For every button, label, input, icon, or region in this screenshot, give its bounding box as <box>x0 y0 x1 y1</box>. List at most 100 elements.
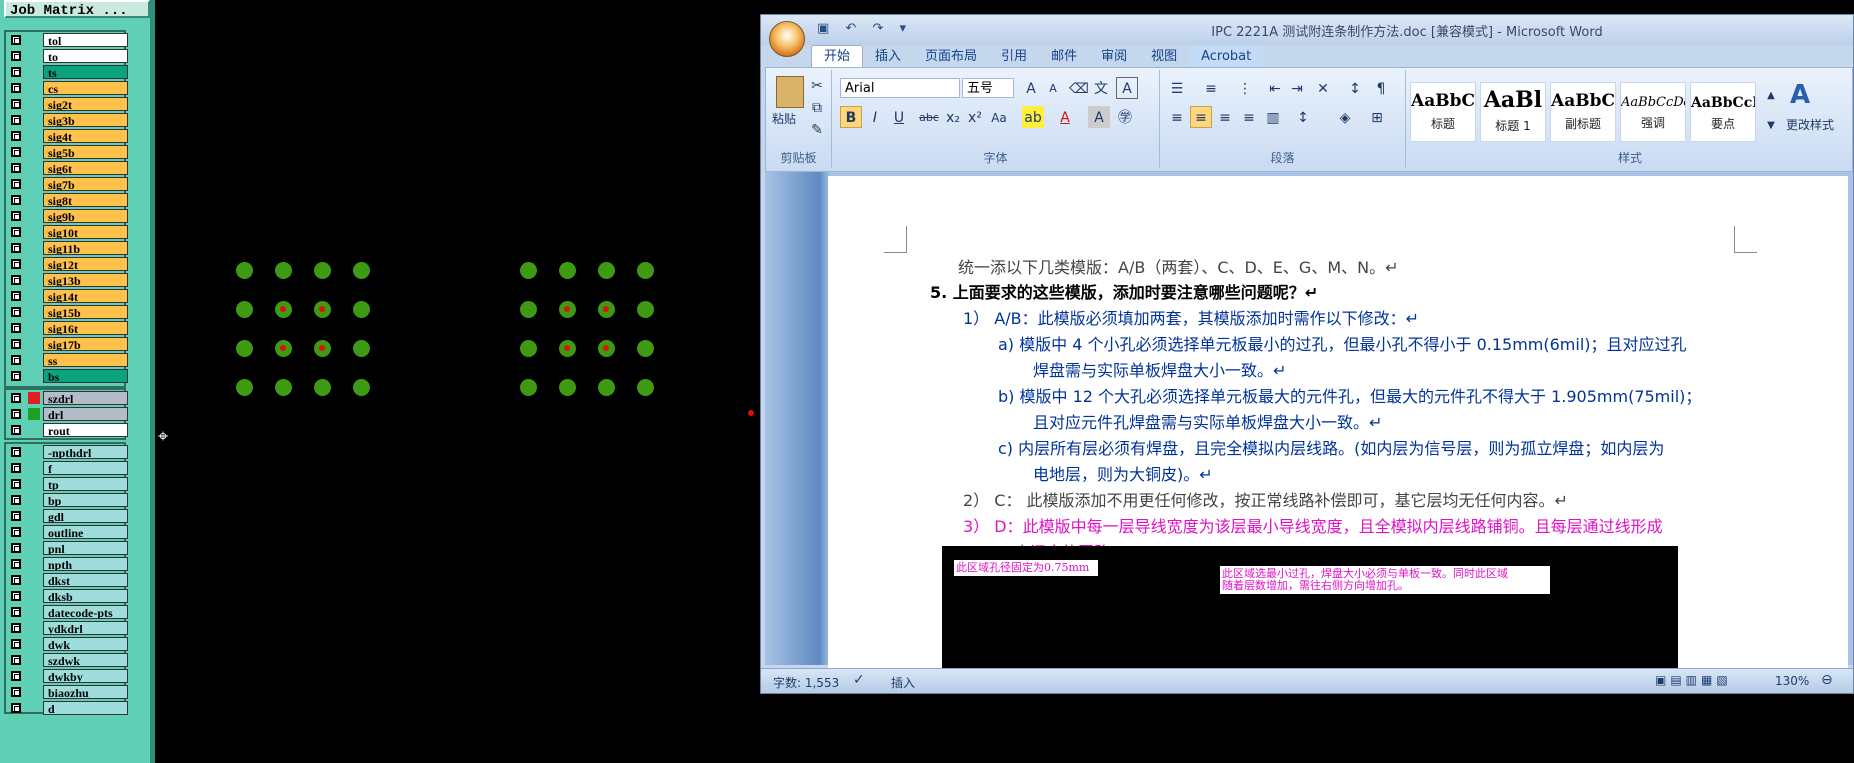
layer-checkbox[interactable] <box>11 511 21 521</box>
layer-name[interactable]: dksb <box>43 589 128 603</box>
layer-checkbox[interactable] <box>11 655 21 665</box>
style-scroll-down-icon[interactable]: ▼ <box>1760 114 1782 136</box>
layer-name[interactable]: sig10t <box>43 225 128 239</box>
layer-checkbox[interactable] <box>11 671 21 681</box>
format-painter-icon[interactable]: ✎ <box>806 118 828 140</box>
layer-row[interactable]: dkst <box>6 572 128 588</box>
char-shading-icon[interactable]: A <box>1088 106 1110 128</box>
layer-checkbox[interactable] <box>11 687 21 697</box>
layer-checkbox[interactable] <box>11 83 21 93</box>
layer-name[interactable]: sig11b <box>43 241 128 255</box>
superscript-button[interactable]: x² <box>964 106 986 128</box>
layer-row[interactable]: sig13b <box>6 272 128 288</box>
layer-row[interactable]: dksb <box>6 588 128 604</box>
highlight-icon[interactable]: ab <box>1022 106 1044 128</box>
layer-checkbox[interactable] <box>11 623 21 633</box>
layer-checkbox[interactable] <box>11 591 21 601</box>
layer-checkbox[interactable] <box>11 323 21 333</box>
layer-name[interactable]: sig5b <box>43 145 128 159</box>
word-count[interactable]: 字数: 1,553 <box>773 674 839 691</box>
layer-row[interactable]: bp <box>6 492 128 508</box>
layer-checkbox[interactable] <box>11 559 21 569</box>
layer-row[interactable]: tol <box>6 32 128 48</box>
layer-name[interactable]: sig7b <box>43 177 128 191</box>
office-button[interactable] <box>769 21 805 57</box>
line-spacing-icon[interactable]: ↕ <box>1292 106 1314 128</box>
layer-checkbox[interactable] <box>11 307 21 317</box>
layer-checkbox[interactable] <box>11 195 21 205</box>
font-color-icon[interactable]: A <box>1054 106 1076 128</box>
view-buttons[interactable]: ▣▤▥▦▧ <box>1655 673 1732 687</box>
zoom-out-icon[interactable]: ⊖ <box>1821 672 1833 688</box>
decrease-indent-icon[interactable]: ⇤ <box>1264 77 1286 99</box>
quick-access-toolbar[interactable]: ▣ ↶ ↷ ▾ <box>817 21 912 36</box>
layer-row[interactable]: sig11b <box>6 240 128 256</box>
layer-row[interactable]: rout <box>6 422 128 438</box>
layer-checkbox[interactable] <box>11 259 21 269</box>
layer-checkbox[interactable] <box>11 639 21 649</box>
layer-row[interactable]: d <box>6 700 128 716</box>
multilevel-list-icon[interactable]: ⋮ <box>1234 77 1256 99</box>
layer-row[interactable]: sig6t <box>6 160 128 176</box>
phonetic-icon[interactable]: 文 <box>1090 77 1112 99</box>
layer-row[interactable]: sig5b <box>6 144 128 160</box>
sort-icon[interactable]: ↕ <box>1344 77 1366 99</box>
layer-name[interactable]: drl <box>43 407 128 421</box>
layer-row[interactable]: sig7b <box>6 176 128 192</box>
layer-name[interactable]: -npthdrl <box>43 445 128 459</box>
layer-checkbox[interactable] <box>11 575 21 585</box>
bold-button[interactable]: B <box>840 106 862 128</box>
layer-checkbox[interactable] <box>11 447 21 457</box>
layer-color-swatch[interactable] <box>28 408 40 420</box>
layer-name[interactable]: sig16t <box>43 321 128 335</box>
document-page[interactable]: 统一添以下几类模版：A/B（两套）、C、D、E、G、M、N。↵ 5. 上面要求的… <box>828 176 1848 676</box>
layer-checkbox[interactable] <box>11 495 21 505</box>
layer-name[interactable]: bp <box>43 493 128 507</box>
layer-name[interactable]: tp <box>43 477 128 491</box>
layer-name[interactable]: sig3b <box>43 113 128 127</box>
asian-layout-icon[interactable]: ✕ <box>1312 77 1334 99</box>
increase-indent-icon[interactable]: ⇥ <box>1286 77 1308 99</box>
layer-row[interactable]: ydkdrl <box>6 620 128 636</box>
layer-checkbox[interactable] <box>11 131 21 141</box>
layer-name[interactable]: biaozhu <box>43 685 128 699</box>
layer-row[interactable]: sig12t <box>6 256 128 272</box>
layer-checkbox[interactable] <box>11 163 21 173</box>
shrink-font-icon[interactable]: A <box>1042 77 1064 99</box>
layer-row[interactable]: datecode-pts <box>6 604 128 620</box>
layer-checkbox[interactable] <box>11 371 21 381</box>
layer-row[interactable]: ss <box>6 352 128 368</box>
layer-name[interactable]: sig6t <box>43 161 128 175</box>
grow-font-icon[interactable]: A <box>1020 77 1042 99</box>
layer-checkbox[interactable] <box>11 425 21 435</box>
cut-icon[interactable]: ✂ <box>806 74 828 96</box>
layer-name[interactable]: npth <box>43 557 128 571</box>
tab-references[interactable]: 引用 <box>989 46 1039 68</box>
font-name-field[interactable]: Arial <box>840 78 960 98</box>
layer-row[interactable]: outline <box>6 524 128 540</box>
layer-name[interactable]: dwkby <box>43 669 128 683</box>
tab-insert[interactable]: 插入 <box>863 46 913 68</box>
layer-checkbox[interactable] <box>11 115 21 125</box>
layer-name[interactable]: gdl <box>43 509 128 523</box>
style-subtitle[interactable]: AaBbC 副标题 <box>1550 82 1616 142</box>
layer-row[interactable]: sig2t <box>6 96 128 112</box>
layer-row[interactable]: dwk <box>6 636 128 652</box>
layer-row[interactable]: biaozhu <box>6 684 128 700</box>
layer-row[interactable]: sig4t <box>6 128 128 144</box>
layer-row[interactable]: pnl <box>6 540 128 556</box>
layer-row[interactable]: sig16t <box>6 320 128 336</box>
layer-row[interactable]: tp <box>6 476 128 492</box>
proofing-icon[interactable]: ✓ <box>853 672 865 688</box>
show-marks-icon[interactable]: ¶ <box>1370 77 1392 99</box>
layer-name[interactable]: to <box>43 49 128 63</box>
layer-name[interactable]: rout <box>43 423 128 437</box>
change-styles-icon[interactable]: A <box>1790 80 1810 110</box>
layer-name[interactable]: sig13b <box>43 273 128 287</box>
style-heading1[interactable]: AaBl 标题 1 <box>1480 82 1546 142</box>
clear-format-icon[interactable]: ⌫ <box>1068 77 1090 99</box>
font-size-field[interactable]: 五号 <box>962 78 1014 98</box>
bullets-icon[interactable]: ☰ <box>1166 77 1188 99</box>
layer-name[interactable]: sig14t <box>43 289 128 303</box>
layer-name[interactable]: tol <box>43 33 128 47</box>
